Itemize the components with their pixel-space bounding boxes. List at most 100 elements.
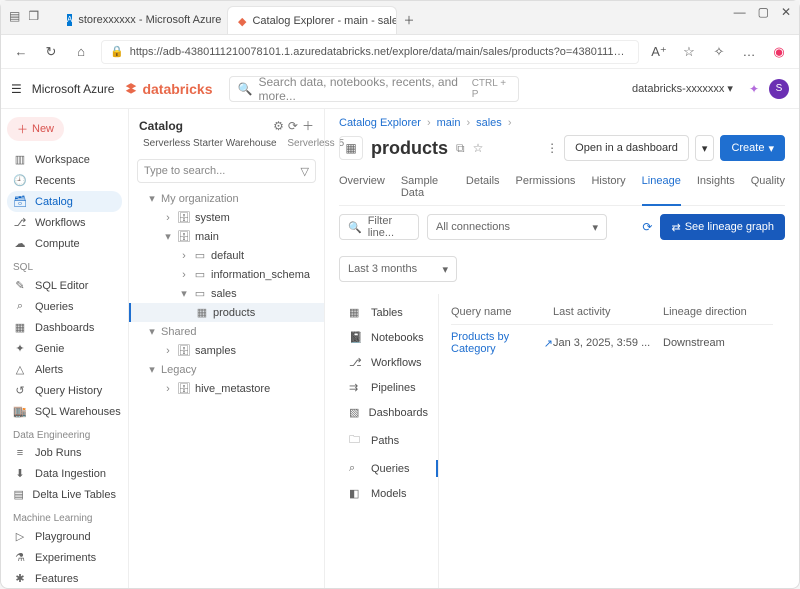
nav-query-history[interactable]: ↺Query History bbox=[7, 380, 122, 401]
favorite-icon[interactable]: ☆ bbox=[679, 44, 699, 60]
tab-details[interactable]: Details bbox=[466, 169, 500, 205]
databricks-logo[interactable]: databricks bbox=[124, 81, 212, 97]
tree-catalog-system[interactable]: ›🗄system bbox=[129, 208, 324, 227]
url-field[interactable]: 🔒 https://adb-4380111210078101.1.azureda… bbox=[101, 40, 639, 64]
menu-icon[interactable]: ☰ bbox=[11, 82, 22, 96]
close-window-icon[interactable]: ✕ bbox=[781, 5, 791, 19]
add-icon[interactable]: ＋ bbox=[302, 117, 314, 134]
filter-lineage-input[interactable]: 🔍Filter line... bbox=[339, 214, 419, 240]
tree-group-legacy[interactable]: ▾Legacy bbox=[129, 360, 324, 379]
tree-catalog-main[interactable]: ▾🗄main bbox=[129, 227, 324, 246]
profile-icon[interactable]: ▤ bbox=[9, 9, 20, 23]
nav-recents[interactable]: 🕘Recents bbox=[7, 170, 122, 191]
star-icon[interactable]: ☆ bbox=[473, 141, 484, 155]
col-query-name[interactable]: Query name bbox=[451, 306, 553, 318]
more-menu[interactable]: ⋮ bbox=[546, 141, 558, 155]
nav-playground[interactable]: ▷Playground bbox=[7, 526, 122, 547]
new-tab-button[interactable]: ＋ bbox=[397, 6, 421, 34]
copilot-icon[interactable]: ◉ bbox=[769, 44, 789, 60]
tree-schema-sales[interactable]: ▾▭sales bbox=[129, 284, 324, 303]
back-button[interactable]: ← bbox=[11, 44, 31, 59]
tab-insights[interactable]: Insights bbox=[697, 169, 735, 205]
entity-queries[interactable]: ⌕Queries bbox=[339, 456, 438, 481]
more-icon[interactable]: … bbox=[739, 44, 759, 59]
last-activity: Jan 3, 2025, 3:59 ... bbox=[553, 337, 663, 349]
gear-icon[interactable]: ⚙ bbox=[273, 119, 284, 133]
crumb-sales[interactable]: sales bbox=[476, 117, 502, 129]
crumb-root[interactable]: Catalog Explorer bbox=[339, 117, 421, 129]
tree-schema-default[interactable]: ›▭default bbox=[129, 246, 324, 265]
nav-sql-editor[interactable]: ✎SQL Editor bbox=[7, 275, 122, 296]
nav-catalog[interactable]: 🗃Catalog bbox=[7, 191, 122, 212]
entity-tables[interactable]: ▦Tables bbox=[339, 300, 438, 325]
reload-button[interactable]: ↻ bbox=[41, 44, 61, 60]
search-placeholder: Search data, notebooks, recents, and mor… bbox=[258, 75, 465, 103]
tab-history[interactable]: History bbox=[591, 169, 625, 205]
tabs-icon[interactable]: ❐ bbox=[28, 9, 39, 23]
tree-schema-info[interactable]: ›▭information_schema bbox=[129, 265, 324, 284]
tree-catalog-hive[interactable]: ›🗄hive_metastore bbox=[129, 379, 324, 398]
maximize-icon[interactable]: ▢ bbox=[758, 5, 769, 19]
tab-sample-data[interactable]: Sample Data bbox=[401, 169, 450, 205]
left-nav: ＋New ▥Workspace 🕘Recents 🗃Catalog ⎇Workf… bbox=[1, 109, 129, 588]
crumb-main[interactable]: main bbox=[437, 117, 461, 129]
lineage-direction: Downstream bbox=[663, 337, 773, 349]
connections-select[interactable]: All connections▾ bbox=[427, 214, 607, 240]
nav-sql-warehouses[interactable]: 🏬SQL Warehouses bbox=[7, 401, 122, 422]
home-button[interactable]: ⌂ bbox=[71, 44, 91, 59]
nav-alerts[interactable]: △Alerts bbox=[7, 359, 122, 380]
nav-workflows[interactable]: ⎇Workflows bbox=[7, 212, 122, 233]
read-aloud-icon[interactable]: A⁺ bbox=[649, 44, 669, 60]
tree-group-org[interactable]: ▾My organization bbox=[129, 189, 324, 208]
extensions-icon[interactable]: ✧ bbox=[709, 44, 729, 60]
browser-tab-databricks[interactable]: ◆ Catalog Explorer - main - sales - p✕ bbox=[227, 6, 397, 34]
nav-queries[interactable]: ⌕Queries bbox=[7, 296, 122, 317]
open-dashboard-button[interactable]: Open in a dashboard bbox=[564, 135, 689, 161]
tab-permissions[interactable]: Permissions bbox=[516, 169, 576, 205]
timerange-select[interactable]: Last 3 months▾ bbox=[339, 256, 457, 282]
table-row[interactable]: Products by Category↗ Jan 3, 2025, 3:59 … bbox=[451, 325, 773, 361]
open-dashboard-dropdown[interactable]: ▾ bbox=[695, 135, 715, 161]
tree-catalog-samples[interactable]: ›🗄samples bbox=[129, 341, 324, 360]
workspace-switcher[interactable]: databricks-xxxxxxx ▾ bbox=[632, 82, 733, 95]
warehouse-status[interactable]: Serverless Starter Warehouse Serverless … bbox=[129, 138, 324, 155]
entity-models[interactable]: ◧Models bbox=[339, 481, 438, 506]
minimize-icon[interactable]: — bbox=[734, 5, 746, 19]
assistant-icon[interactable]: ✦ bbox=[749, 82, 759, 96]
nav-job-runs[interactable]: ≡Job Runs bbox=[7, 443, 122, 463]
global-search[interactable]: 🔍 Search data, notebooks, recents, and m… bbox=[229, 76, 519, 102]
entity-dashboards[interactable]: ▧Dashboards bbox=[339, 400, 438, 425]
entity-pipelines[interactable]: ⇉Pipelines bbox=[339, 375, 438, 400]
refresh-lineage-icon[interactable]: ⟳ bbox=[642, 220, 652, 234]
avatar[interactable]: S bbox=[769, 79, 789, 99]
new-button[interactable]: ＋New bbox=[7, 117, 64, 141]
nav-genie[interactable]: ✦Genie bbox=[7, 338, 122, 359]
tab-quality[interactable]: Quality bbox=[751, 169, 785, 205]
col-direction[interactable]: Lineage direction bbox=[663, 306, 773, 318]
tree-table-products[interactable]: ▦products bbox=[129, 303, 324, 322]
entity-workflows[interactable]: ⎇Workflows bbox=[339, 350, 438, 375]
nav-features[interactable]: ✱Features bbox=[7, 568, 122, 588]
nav-dlt[interactable]: ▤Delta Live Tables bbox=[7, 484, 122, 505]
search-icon: 🔍 bbox=[238, 82, 253, 96]
nav-data-ingestion[interactable]: ⬇Data Ingestion bbox=[7, 463, 122, 484]
entity-type-list: ▦Tables 📓Notebooks ⎇Workflows ⇉Pipelines… bbox=[339, 294, 439, 588]
browser-tab-azure[interactable]: A storexxxxxx - Microsoft Azure✕ bbox=[57, 6, 227, 34]
entity-notebooks[interactable]: 📓Notebooks bbox=[339, 325, 438, 350]
tab-overview[interactable]: Overview bbox=[339, 169, 385, 205]
refresh-icon[interactable]: ⟳ bbox=[288, 119, 298, 133]
col-last-activity[interactable]: Last activity bbox=[553, 306, 663, 318]
nav-experiments[interactable]: ⚗Experiments bbox=[7, 547, 122, 568]
see-lineage-graph-button[interactable]: ⇄See lineage graph bbox=[660, 214, 785, 240]
catalog-search[interactable]: Type to search... ▽ bbox=[137, 159, 316, 183]
tree-group-shared[interactable]: ▾Shared bbox=[129, 322, 324, 341]
nav-compute[interactable]: ☁Compute bbox=[7, 233, 122, 254]
filter-icon[interactable]: ▽ bbox=[301, 165, 309, 178]
tab-lineage[interactable]: Lineage bbox=[642, 169, 681, 206]
search-placeholder: Type to search... bbox=[144, 165, 225, 177]
nav-dashboards[interactable]: ▦Dashboards bbox=[7, 317, 122, 338]
nav-workspace[interactable]: ▥Workspace bbox=[7, 149, 122, 170]
entity-paths[interactable]: 🗀Paths bbox=[339, 425, 438, 456]
create-button[interactable]: Create ▾ bbox=[720, 135, 785, 161]
copy-icon[interactable]: ⧉ bbox=[456, 141, 465, 156]
